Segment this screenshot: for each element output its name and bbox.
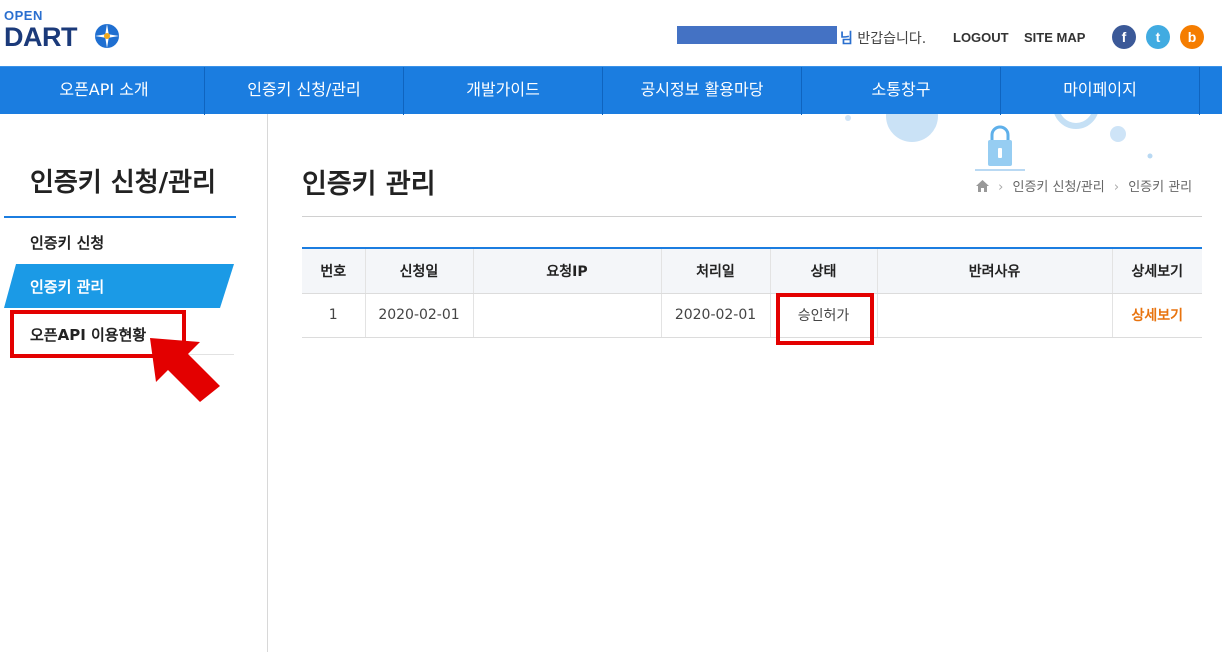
header-illustration — [845, 114, 1153, 171]
nav-item-mypage[interactable]: 마이페이지 — [1001, 67, 1200, 115]
logo-wheel-icon — [95, 24, 119, 48]
column-header: 처리일 — [661, 247, 771, 294]
table-header-row: 번호 신청일 요청IP 처리일 상태 반려사유 상세보기 — [302, 247, 1202, 294]
detail-link[interactable]: 상세보기 — [1131, 308, 1183, 324]
nav-item-openapi-intro[interactable]: 오픈API 소개 — [4, 67, 205, 115]
header: OPEN DART 님 반갑습니다. LOGOUT SITE MAP f t b — [0, 0, 1222, 66]
logo-open-text: OPEN — [4, 8, 43, 23]
sidebar-item-key-apply[interactable]: 인증키 신청 — [30, 232, 104, 253]
breadcrumb: › 인증키 신청/관리 › 인증키 관리 — [976, 176, 1192, 195]
logout-link[interactable]: LOGOUT — [953, 30, 1009, 45]
cell-process-date: 2020-02-01 — [661, 293, 771, 338]
home-icon[interactable] — [976, 180, 989, 192]
column-header: 반려사유 — [877, 247, 1113, 294]
facebook-icon[interactable]: f — [1112, 25, 1136, 49]
nav-item-communication[interactable]: 소통창구 — [802, 67, 1001, 115]
username-redacted — [677, 26, 837, 44]
page-title: 인증키 관리 — [302, 169, 436, 200]
cell-request-ip — [473, 293, 662, 338]
chevron-right-icon: › — [998, 180, 1004, 195]
main-nav: 오픈API 소개 인증키 신청/관리 개발가이드 공시정보 활용마당 소통창구 … — [0, 66, 1222, 115]
sidebar-item-key-manage[interactable]: 인증키 관리 — [4, 264, 234, 308]
highlight-box-status — [776, 293, 874, 345]
column-header: 상태 — [770, 247, 878, 294]
column-header: 번호 — [302, 247, 366, 294]
breadcrumb-item: 인증키 관리 — [1128, 180, 1193, 195]
sidebar-item-label: 인증키 관리 — [30, 278, 105, 296]
table-row: 1 2020-02-01 2020-02-01 승인허가 상세보기 — [302, 293, 1202, 338]
title-divider — [302, 216, 1202, 217]
cell-reject-reason — [877, 293, 1113, 338]
nav-item-key-manage[interactable]: 인증키 신청/관리 — [205, 67, 404, 115]
open-dart-logo[interactable]: OPEN DART — [4, 8, 124, 52]
cell-detail: 상세보기 — [1112, 293, 1202, 338]
nav-item-dev-guide[interactable]: 개발가이드 — [404, 67, 603, 115]
column-header: 요청IP — [473, 247, 662, 294]
chevron-right-icon: › — [1113, 180, 1120, 195]
greeting: 님 반갑습니다. — [840, 28, 926, 48]
logo-dart-text: DART — [4, 22, 78, 52]
blogger-icon[interactable]: b — [1180, 25, 1204, 49]
pointer-arrow-icon — [150, 338, 220, 402]
greeting-suffix: 님 — [840, 31, 853, 47]
sidebar-title: 인증키 신청/관리 — [30, 168, 216, 198]
column-header: 신청일 — [365, 247, 474, 294]
key-table: 번호 신청일 요청IP 처리일 상태 반려사유 상세보기 1 2020-02-0… — [302, 247, 1202, 338]
nav-item-disclosure[interactable]: 공시정보 활용마당 — [603, 67, 802, 115]
cell-number: 1 — [302, 293, 366, 338]
cell-apply-date: 2020-02-01 — [365, 293, 474, 338]
breadcrumb-item[interactable]: 인증키 신청/관리 — [1012, 180, 1104, 195]
sidebar-divider — [4, 216, 236, 218]
twitter-icon[interactable]: t — [1146, 25, 1170, 49]
sitemap-link[interactable]: SITE MAP — [1024, 30, 1085, 45]
greeting-text: 반갑습니다. — [857, 31, 927, 47]
column-header: 상세보기 — [1112, 247, 1202, 294]
